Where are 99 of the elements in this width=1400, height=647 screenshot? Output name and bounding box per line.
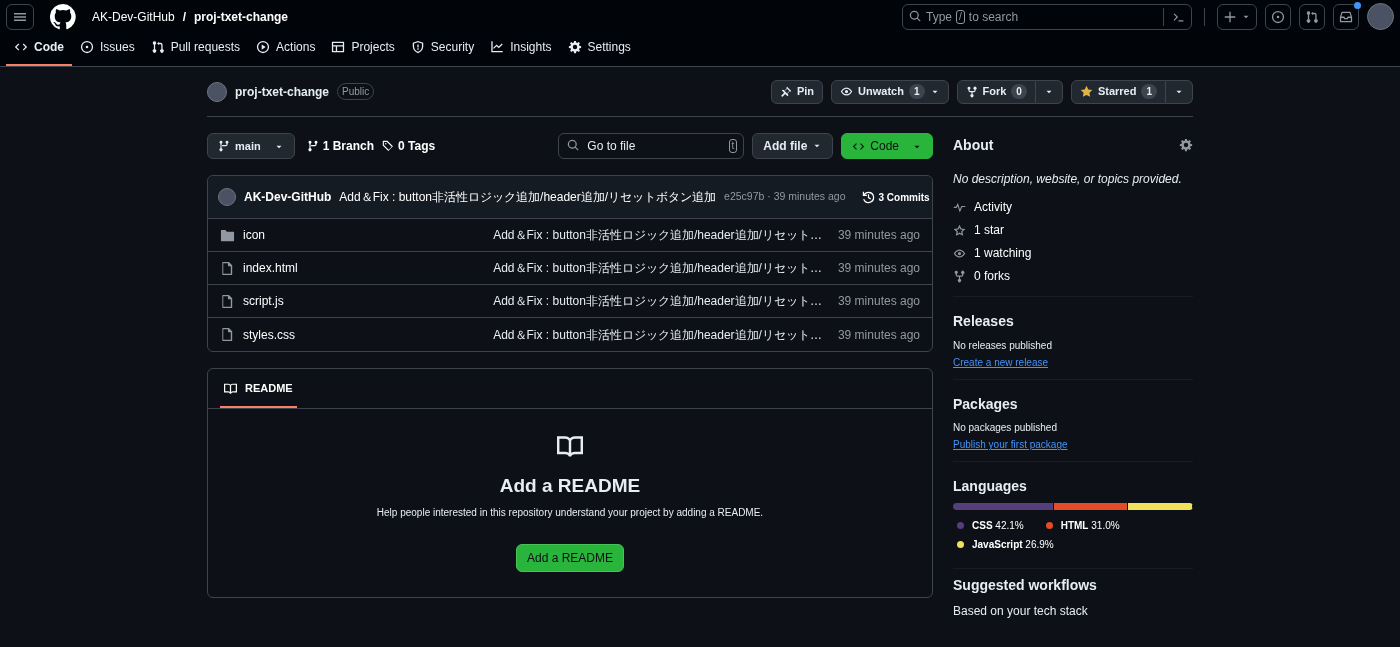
owner-link[interactable]: AK-Dev-GitHub: [92, 7, 175, 26]
tab[interactable]: Security: [402, 29, 483, 66]
fork-icon: [953, 269, 966, 283]
file-commit-message[interactable]: Add＆Fix : button非活性ロジック追加/header追加/リセット…: [493, 226, 822, 244]
folder-icon: [220, 227, 235, 243]
avatar[interactable]: [1367, 3, 1394, 30]
file-icon: [220, 293, 235, 309]
about-link[interactable]: 1 star: [974, 221, 1004, 240]
plus-icon: [1223, 9, 1237, 24]
branch-icon: [218, 140, 230, 152]
graph-icon: [490, 40, 505, 54]
inbox-button[interactable]: [1333, 3, 1359, 30]
packages-link[interactable]: Publish your first package: [953, 439, 1068, 451]
star-icon: [953, 223, 966, 237]
commits-link[interactable]: 3 Commits: [861, 189, 930, 205]
eye-icon: [953, 246, 966, 260]
packages-empty-text: No packages published: [953, 421, 1058, 436]
search-icon: [909, 10, 922, 23]
history-icon: [861, 190, 875, 204]
about-link[interactable]: 1 watching: [974, 244, 1032, 263]
fork-icon: [965, 85, 978, 98]
about-description: No description, website, or topics provided.: [953, 170, 1183, 188]
pin-icon: [779, 85, 792, 98]
settings-icon[interactable]: [1179, 138, 1193, 153]
readme-help-text: Help people interested in this repository understand your project by adding a README.: [376, 506, 764, 521]
branch-icon: [306, 140, 319, 152]
releases-heading: Releases: [953, 312, 1015, 330]
file-commit-message[interactable]: Add＆Fix : button非活性ロジック追加/header追加/リセット…: [493, 325, 822, 344]
language-link[interactable]: HTML 31.0%: [1060, 518, 1120, 534]
unwatch-button[interactable]: Unwatch 1: [831, 79, 949, 104]
commit-hash-time: e25c97b · 39 minutes ago: [724, 189, 846, 205]
packages-heading: Packages: [953, 395, 1019, 413]
shortcut-key: t: [728, 139, 738, 153]
tab[interactable]: Insights: [482, 29, 560, 66]
file-name[interactable]: styles.css: [243, 325, 494, 344]
tab[interactable]: Projects: [323, 29, 403, 66]
tab[interactable]: Actions: [248, 29, 324, 66]
file-commit-message[interactable]: Add＆Fix : button非活性ロジック追加/header追加/リセット…: [493, 292, 822, 310]
file-time: 39 minutes ago: [837, 293, 920, 310]
pull-requests-button[interactable]: [1299, 3, 1325, 30]
branch-selector[interactable]: main: [207, 133, 295, 159]
terminal-icon: [1172, 10, 1185, 24]
about-heading: About: [953, 137, 994, 154]
releases-empty-text: No releases published: [953, 338, 1053, 353]
path-separator: /: [182, 8, 187, 26]
settings-icon: [567, 40, 582, 54]
branches-link[interactable]: 1 Branch: [306, 137, 375, 155]
repo-avatar: [207, 81, 227, 102]
play-icon: [256, 40, 271, 54]
workflows-subtitle: Based on your tech stack: [953, 603, 1089, 620]
file-icon: [220, 327, 235, 342]
search-field[interactable]: Type / to search: [902, 3, 1192, 30]
shield-icon: [410, 40, 425, 54]
tab[interactable]: Code: [6, 29, 72, 66]
repo-title: proj-txet-change: [235, 83, 329, 101]
book-icon: [224, 381, 237, 395]
file-icon: [220, 260, 235, 276]
tab[interactable]: Issues: [72, 29, 143, 66]
file-time: 39 minutes ago: [837, 326, 920, 344]
eye-icon: [840, 85, 854, 98]
languages-heading: Languages: [953, 478, 1028, 496]
pull-request-icon: [1305, 9, 1319, 24]
file-time: 39 minutes ago: [837, 260, 920, 277]
star-menu-button[interactable]: [1166, 79, 1193, 104]
tab[interactable]: Pull requests: [142, 29, 249, 66]
fork-button[interactable]: Fork 0: [956, 79, 1036, 104]
inbox-icon: [1339, 9, 1353, 24]
issues-button[interactable]: [1265, 3, 1291, 30]
add-readme-button[interactable]: Add a README: [515, 544, 624, 573]
menu-button[interactable]: [6, 3, 34, 30]
file-time: 39 minutes ago: [837, 227, 920, 244]
pin-button[interactable]: Pin: [770, 79, 824, 104]
readme-tab[interactable]: README: [220, 369, 297, 408]
pull-request-icon: [150, 40, 165, 54]
repo-link[interactable]: proj-txet-change: [194, 7, 289, 26]
code-button[interactable]: Code: [841, 133, 933, 159]
language-link[interactable]: CSS 42.1%: [972, 518, 1024, 534]
tags-link[interactable]: 0 Tags: [382, 137, 436, 155]
author-avatar: [218, 188, 236, 206]
readme-heading: Add a README: [499, 474, 641, 498]
add-file-button[interactable]: Add file: [752, 133, 834, 159]
releases-link[interactable]: Create a new release: [953, 356, 1049, 368]
table-icon: [331, 40, 346, 54]
tab[interactable]: Settings: [559, 29, 639, 66]
file-name[interactable]: index.html: [243, 259, 494, 277]
about-link[interactable]: Activity: [974, 198, 1012, 217]
commit-message[interactable]: Add＆Fix : button非活性ロジック追加/header追加/リセットボタン追加: [339, 188, 717, 206]
file-name[interactable]: script.js: [243, 292, 494, 310]
workflows-heading: Suggested workflows: [953, 577, 1098, 594]
about-link[interactable]: 0 forks: [974, 267, 1010, 286]
search-icon: [567, 139, 581, 152]
language-link[interactable]: JavaScript 26.9%: [972, 537, 1054, 553]
create-button[interactable]: [1217, 3, 1257, 30]
star-button[interactable]: Starred 1: [1070, 79, 1166, 104]
file-commit-message[interactable]: Add＆Fix : button非活性ロジック追加/header追加/リセット…: [493, 259, 822, 277]
tag-icon: [382, 140, 395, 152]
commit-author[interactable]: AK-Dev-GitHub: [244, 188, 332, 206]
file-name[interactable]: icon: [243, 226, 494, 244]
logo-icon: [50, 3, 76, 30]
